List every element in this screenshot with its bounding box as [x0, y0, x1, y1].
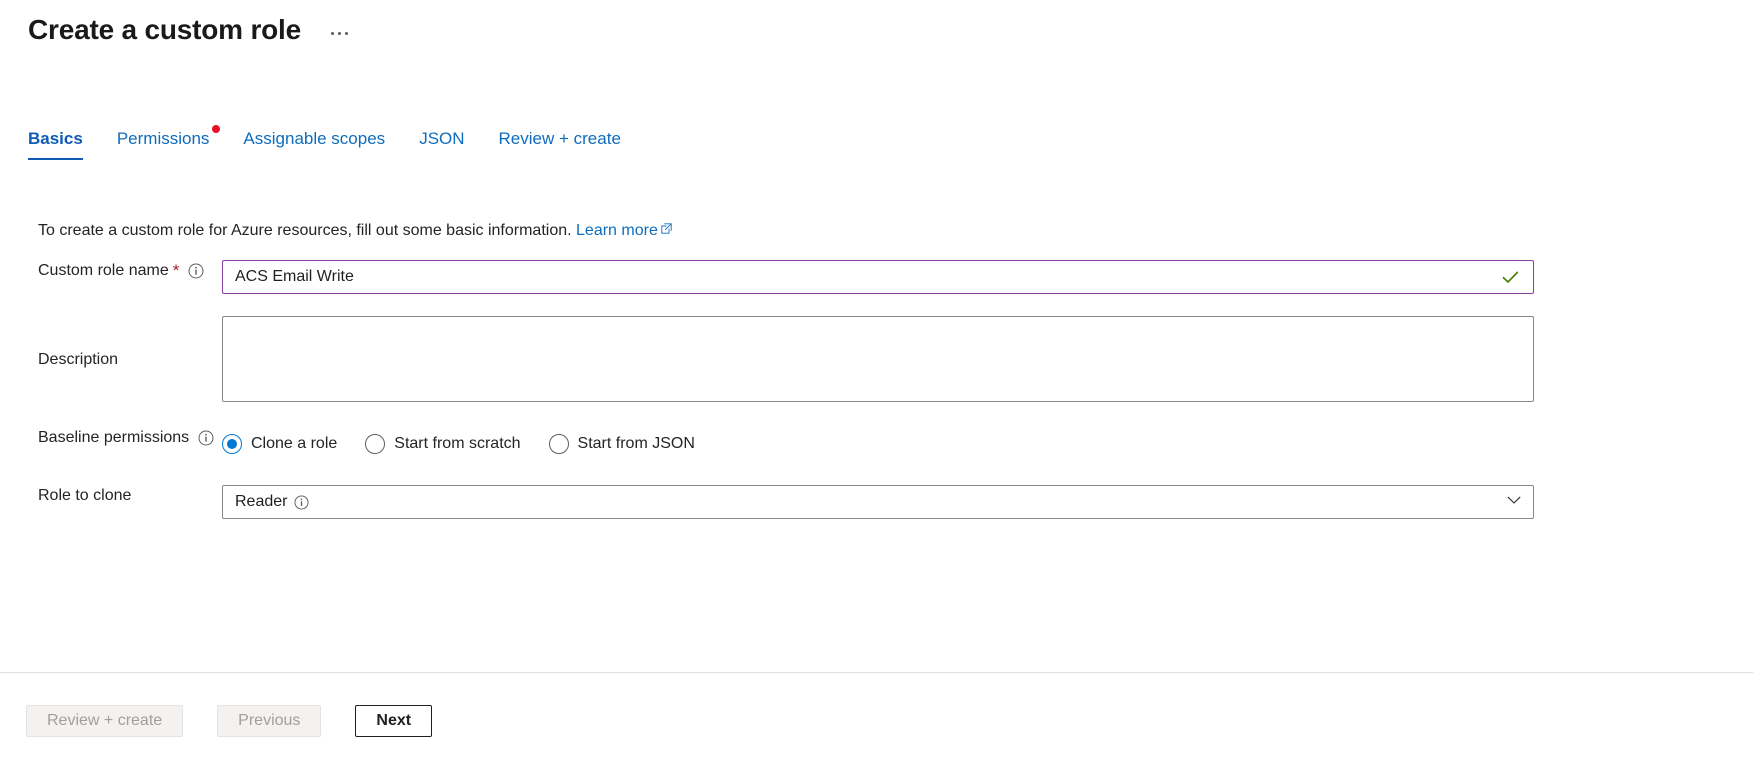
more-options-icon[interactable] — [325, 24, 354, 43]
required-asterisk: * — [172, 261, 180, 280]
info-icon[interactable] — [198, 430, 214, 446]
page-header: Create a custom role — [28, 10, 354, 50]
review-create-button[interactable]: Review + create — [26, 705, 184, 737]
footer-divider — [0, 672, 1753, 673]
tab-json[interactable]: JSON — [419, 128, 464, 160]
basics-form: Custom role name * Description — [0, 260, 1753, 541]
row-role-to-clone: Role to clone Reader — [0, 485, 1753, 519]
intro-description: To create a custom role for Azure resour… — [38, 222, 572, 239]
baseline-permissions-options: Clone a role Start from scratch Start fr… — [222, 427, 1534, 461]
custom-role-name-field-wrap — [222, 260, 1534, 294]
tab-json-label: JSON — [419, 129, 465, 148]
ellipsis-dot-2 — [338, 31, 341, 35]
description-textarea[interactable] — [222, 316, 1534, 402]
role-to-clone-field-wrap: Reader — [222, 485, 1534, 519]
custom-role-name-label: Custom role name — [38, 262, 169, 279]
role-to-clone-value-group: Reader — [235, 493, 1505, 511]
baseline-permissions-label-group: Baseline permissions — [0, 427, 222, 449]
chevron-down-icon — [1505, 491, 1523, 514]
radio-clone-a-role-label: Clone a role — [251, 435, 338, 452]
tab-review-create-label: Review + create — [498, 129, 621, 148]
custom-role-name-input[interactable] — [222, 260, 1534, 294]
radio-mark-icon — [222, 434, 242, 454]
tab-assignable-scopes-label: Assignable scopes — [243, 129, 386, 148]
tab-permissions-label: Permissions — [116, 129, 210, 148]
page-title: Create a custom role — [28, 14, 301, 45]
radio-start-from-json[interactable]: Start from JSON — [548, 433, 695, 455]
info-icon[interactable] — [188, 263, 204, 279]
radio-mark-icon — [548, 434, 569, 454]
description-field-wrap — [222, 316, 1534, 407]
tab-assignable-scopes[interactable]: Assignable scopes — [243, 128, 385, 160]
create-custom-role-page: Create a custom role Basics Permissions … — [0, 0, 1753, 774]
role-to-clone-dropdown[interactable]: Reader — [222, 485, 1534, 519]
learn-more-link[interactable]: Learn more — [576, 222, 672, 239]
role-to-clone-label: Role to clone — [38, 487, 132, 504]
ellipsis-dot-3 — [345, 31, 348, 35]
ellipsis-dot-1 — [331, 31, 334, 35]
intro-text: To create a custom role for Azure resour… — [38, 219, 672, 242]
wizard-tabs: Basics Permissions Assignable scopes JSO… — [28, 125, 655, 168]
description-label-group: Description — [0, 316, 222, 371]
row-baseline-permissions: Baseline permissions Clone a role Start … — [0, 427, 1753, 461]
info-icon[interactable] — [294, 494, 310, 510]
row-description: Description — [0, 316, 1753, 407]
wizard-footer: Review + create Previous Next — [26, 705, 433, 737]
custom-role-name-label-group: Custom role name * — [0, 260, 222, 282]
alert-dot-icon — [212, 125, 221, 133]
radio-start-from-scratch-label: Start from scratch — [394, 435, 521, 452]
tab-basics[interactable]: Basics — [28, 128, 83, 160]
radio-mark-icon — [365, 434, 386, 454]
role-to-clone-value: Reader — [235, 493, 288, 510]
tab-permissions[interactable]: Permissions — [116, 125, 221, 160]
radio-clone-a-role[interactable]: Clone a role — [222, 433, 337, 455]
radio-start-from-json-label: Start from JSON — [577, 435, 695, 452]
learn-more-label: Learn more — [576, 222, 658, 239]
radio-start-from-scratch[interactable]: Start from scratch — [365, 433, 521, 455]
baseline-permissions-label: Baseline permissions — [38, 429, 190, 446]
baseline-permissions-radio-group: Clone a role Start from scratch Start fr… — [222, 427, 1534, 461]
previous-button[interactable]: Previous — [217, 705, 322, 737]
role-to-clone-label-group: Role to clone — [0, 485, 222, 507]
row-custom-role-name: Custom role name * — [0, 260, 1753, 294]
tab-basics-label: Basics — [28, 129, 83, 148]
description-label: Description — [38, 351, 119, 368]
tab-review-create[interactable]: Review + create — [499, 128, 621, 160]
next-button[interactable]: Next — [355, 705, 433, 737]
external-link-icon — [661, 219, 672, 241]
